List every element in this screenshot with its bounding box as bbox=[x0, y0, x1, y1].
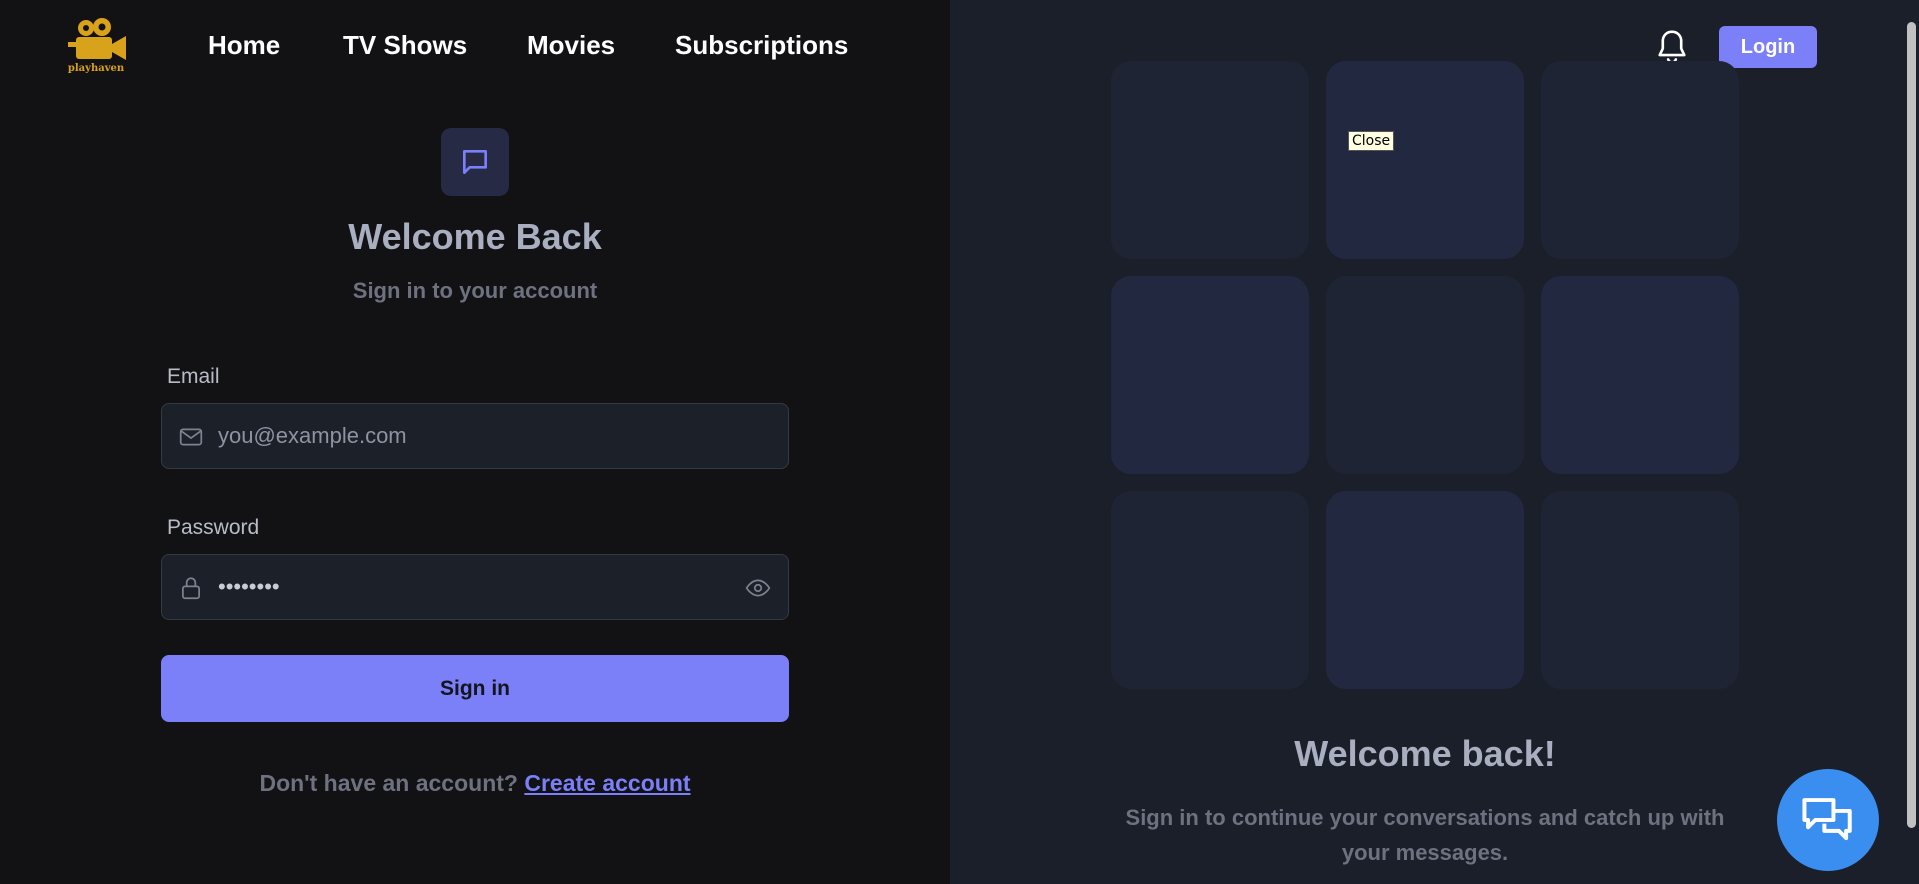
scrollbar-thumb[interactable] bbox=[1907, 22, 1916, 828]
email-label: Email bbox=[167, 365, 220, 388]
sign-in-button[interactable]: Sign in bbox=[161, 655, 789, 722]
logo-text: playhaven bbox=[67, 63, 125, 74]
page-subtitle: Sign in to your account bbox=[352, 278, 598, 303]
movie-camera-icon bbox=[68, 18, 126, 60]
lock-icon bbox=[182, 577, 200, 600]
password-label: Password bbox=[167, 516, 260, 539]
grid-tile bbox=[1326, 491, 1524, 689]
password-field-container bbox=[161, 554, 789, 620]
grid-tile bbox=[1111, 491, 1309, 689]
close-tooltip: Close bbox=[1348, 131, 1395, 151]
grid-tile bbox=[1111, 276, 1309, 474]
chat-fab-button[interactable] bbox=[1777, 769, 1879, 871]
grid-tile bbox=[1326, 61, 1524, 259]
signup-prompt: Don't have an account? Create account bbox=[200, 770, 750, 797]
nav-tv-shows[interactable]: TV Shows bbox=[343, 30, 467, 61]
signup-prompt-text: Don't have an account? bbox=[259, 770, 518, 796]
grid-tile bbox=[1541, 276, 1739, 474]
grid-tile bbox=[1111, 61, 1309, 259]
grid-tile bbox=[1541, 61, 1739, 259]
password-input[interactable] bbox=[218, 555, 718, 619]
login-button[interactable]: Login bbox=[1719, 26, 1817, 68]
email-input[interactable] bbox=[218, 404, 718, 468]
eye-icon[interactable] bbox=[744, 575, 772, 601]
page-scrollbar[interactable] bbox=[1903, 0, 1919, 884]
grid-tile bbox=[1541, 491, 1739, 689]
panel-title: Welcome back! bbox=[1294, 733, 1556, 774]
nav-home[interactable]: Home bbox=[208, 30, 280, 61]
panel-subtitle: Sign in to continue your conversations a… bbox=[1125, 805, 1725, 865]
nav-movies[interactable]: Movies bbox=[527, 30, 615, 61]
email-field-container bbox=[161, 403, 789, 469]
create-account-link[interactable]: Create account bbox=[524, 770, 690, 796]
chat-bubble-icon bbox=[463, 150, 487, 174]
chat-badge bbox=[441, 128, 509, 196]
grid-tile bbox=[1326, 276, 1524, 474]
mail-icon bbox=[179, 428, 203, 446]
playhaven-logo[interactable]: playhaven bbox=[64, 18, 128, 76]
chat-bubbles-icon bbox=[1802, 798, 1852, 841]
nav-subscriptions[interactable]: Subscriptions bbox=[675, 30, 848, 61]
page-title: Welcome Back bbox=[348, 216, 602, 257]
